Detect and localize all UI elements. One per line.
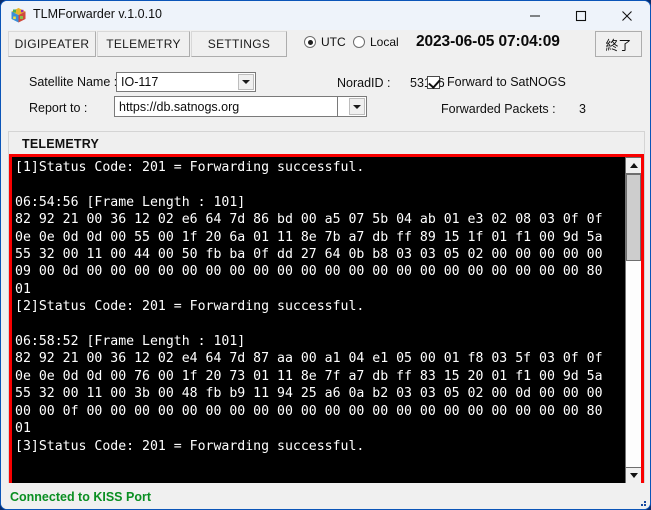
- chevron-down-icon[interactable]: [238, 74, 254, 90]
- maximize-icon[interactable]: [558, 1, 604, 30]
- satellite-name-label: Satellite Name :: [29, 75, 118, 89]
- status-message: Connected to KISS Port: [10, 490, 151, 504]
- radio-local-label: Local: [370, 35, 399, 49]
- norad-id-label: NoradID :: [337, 76, 391, 90]
- radio-local-indicator: [353, 36, 365, 48]
- radio-utc-indicator: [304, 36, 316, 48]
- resize-grip-icon[interactable]: [636, 495, 648, 507]
- radio-utc[interactable]: UTC: [304, 35, 346, 49]
- report-to-label: Report to :: [29, 101, 88, 115]
- tab-settings[interactable]: SETTINGS: [191, 31, 287, 57]
- tab-telemetry-label: TELEMETRY: [106, 37, 181, 51]
- close-icon[interactable]: [604, 1, 650, 30]
- report-to-value: https://db.satnogs.org: [119, 99, 240, 114]
- scroll-down-icon[interactable]: [625, 467, 641, 484]
- tab-telemetry[interactable]: TELEMETRY: [97, 31, 190, 57]
- minimize-icon[interactable]: [512, 1, 558, 30]
- tab-digipeater-label: DIGIPEATER: [14, 37, 90, 51]
- forwarded-packets-value: 3: [579, 102, 586, 116]
- settings-panel: [1, 61, 650, 129]
- window-title: TLMForwarder v.1.0.10: [33, 7, 162, 21]
- telemetry-scrollbar[interactable]: [624, 157, 641, 484]
- tab-settings-label: SETTINGS: [207, 37, 271, 51]
- quit-button[interactable]: 終了: [595, 31, 642, 57]
- chevron-down-icon[interactable]: [349, 98, 365, 115]
- telemetry-console-frame: [1]Status Code: 201 = Forwarding success…: [9, 154, 644, 487]
- radio-utc-label: UTC: [321, 35, 346, 49]
- app-window: TLMForwarder v.1.0.10 DIGIPEATER TELEMET…: [0, 0, 651, 510]
- report-to-combobox[interactable]: https://db.satnogs.org: [114, 96, 367, 117]
- tab-digipeater[interactable]: DIGIPEATER: [8, 31, 96, 57]
- telemetry-log-text: [1]Status Code: 201 = Forwarding success…: [15, 160, 603, 454]
- scroll-up-icon[interactable]: [625, 157, 641, 174]
- cube-icon: [10, 7, 27, 24]
- forwarded-packets-label: Forwarded Packets :: [441, 102, 556, 116]
- telemetry-group-title: TELEMETRY: [22, 137, 100, 151]
- clock-display: 2023-06-05 07:04:09: [416, 33, 560, 50]
- scrollbar-thumb[interactable]: [626, 174, 641, 261]
- satellite-name-value: IO-117: [121, 75, 159, 89]
- forward-to-satnogs-label: Forward to SatNOGS: [447, 75, 566, 89]
- scrollbar-track[interactable]: [625, 174, 641, 467]
- report-to-dropdown[interactable]: [337, 96, 367, 117]
- satellite-name-combobox[interactable]: IO-117: [116, 72, 256, 92]
- quit-button-label: 終了: [605, 38, 632, 54]
- telemetry-console[interactable]: [1]Status Code: 201 = Forwarding success…: [12, 157, 624, 484]
- checkbox-indicator: [427, 75, 440, 89]
- forward-to-satnogs-checkbox[interactable]: Forward to SatNOGS: [427, 75, 566, 89]
- radio-local[interactable]: Local: [353, 35, 399, 49]
- title-bar: TLMForwarder v.1.0.10: [1, 1, 650, 30]
